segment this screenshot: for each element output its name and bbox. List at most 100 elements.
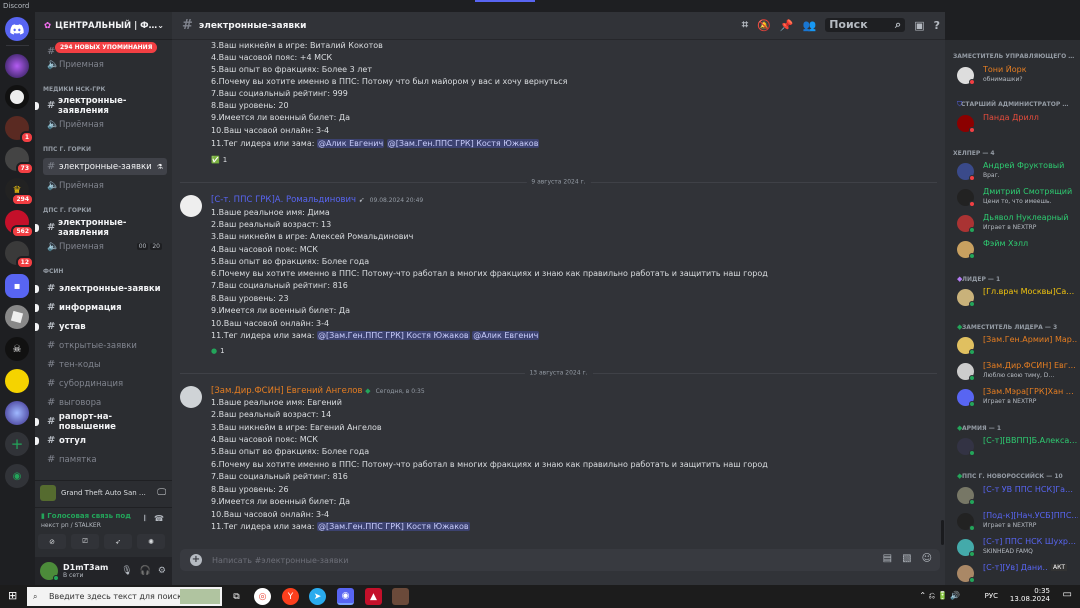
member-item[interactable]: [С-т][Ув] Дани… АКТ: [953, 562, 1078, 584]
member-item[interactable]: Дьявол Нуклеарный Играет в NEXTRP: [953, 212, 1078, 234]
chrome-icon[interactable]: ◎: [254, 588, 271, 605]
sticker-icon[interactable]: ▧: [902, 553, 911, 564]
telegram-icon[interactable]: ➤: [309, 588, 326, 605]
app-icon[interactable]: ▲: [365, 588, 382, 605]
member-item[interactable]: [С-т УВ ППС НСК]Га…: [953, 484, 1078, 506]
server-icon[interactable]: [5, 401, 29, 425]
members-icon[interactable]: 👥: [803, 19, 817, 32]
notifications-icon[interactable]: ▭: [1063, 589, 1072, 600]
headphones-icon[interactable]: 🎧: [140, 566, 151, 576]
attach-plus-icon[interactable]: +: [190, 554, 202, 566]
folder-icon[interactable]: ▪: [5, 274, 29, 298]
discover-icon[interactable]: ◉: [5, 464, 29, 488]
reaction[interactable]: ● 1: [211, 344, 225, 357]
server-icon[interactable]: 12: [5, 241, 34, 269]
voice-status[interactable]: ▮ Голосовая связь под: [41, 512, 131, 520]
avatar[interactable]: [40, 562, 59, 581]
activity-panel[interactable]: Grand Theft Auto San … 🖵: [35, 480, 172, 505]
channel-fsin-2[interactable]: # устав: [35, 318, 167, 335]
member-item[interactable]: Тони Йорк обнимашки?: [953, 64, 1078, 86]
user-mention[interactable]: @Алик Евгенич: [472, 331, 540, 340]
taskbar-search[interactable]: ⌕ Введите здесь текст для поиска: [27, 587, 222, 606]
user-mention[interactable]: @[Зам.Ген.ППС ГРК] Костя Южаков: [386, 139, 540, 148]
channel-dps-apps[interactable]: # электронные-заявления: [35, 218, 167, 238]
inbox-icon[interactable]: ▣: [914, 19, 924, 32]
reaction[interactable]: ✅ 1: [211, 153, 227, 166]
member-item[interactable]: [С-т] ППС НСК Шухр… SKINHEAD FAMQ: [953, 536, 1078, 558]
channel-fsin-8[interactable]: # отгул: [35, 432, 167, 449]
user-mention[interactable]: @Алик Евгенич: [316, 139, 385, 148]
voice-channel-name[interactable]: некст рп / STALKER: [41, 522, 101, 529]
new-mentions-pill[interactable]: 294 НОВЫХ УПОМИНАНИЯ: [55, 42, 158, 53]
language-indicator[interactable]: РУС: [985, 592, 998, 600]
channel-fsin-0[interactable]: # электронные-заявки: [35, 280, 167, 297]
threads-icon[interactable]: ⌗: [742, 18, 748, 32]
windows-start-icon[interactable]: ⊞: [8, 589, 17, 602]
yandex-icon[interactable]: Y: [282, 588, 299, 605]
avatar[interactable]: [180, 386, 202, 408]
category-medics[interactable]: МЕДИКИ НСК-ГРК: [43, 86, 105, 93]
server-icon[interactable]: 562: [5, 210, 34, 238]
user-mention[interactable]: @[Зам.Ген.ППС ГРК] Костя Южаков: [316, 331, 470, 340]
activity-rocket-icon[interactable]: ➶: [104, 534, 132, 549]
scrollbar[interactable]: [941, 520, 944, 545]
channel-fsin-9[interactable]: # памятка: [43, 451, 167, 468]
message-author[interactable]: [С-т. ППС ГРК]А. Ромальдинович ➹ 09.08.20…: [211, 195, 423, 205]
channel-fsin-7[interactable]: # рапорт-на-повышение: [35, 412, 167, 432]
task-view-icon[interactable]: ⧉: [228, 588, 245, 605]
server-icon[interactable]: [5, 369, 29, 393]
search-input[interactable]: Поиск ⌕: [825, 18, 906, 32]
channel-fsin-4[interactable]: # тен-коды: [43, 356, 167, 373]
microphone-icon[interactable]: 🎙: [121, 566, 132, 576]
pin-icon[interactable]: 📌: [780, 19, 794, 32]
member-item[interactable]: [Зам.Ген.Армии] Мар…: [953, 334, 1078, 356]
clock-time[interactable]: 0:35: [1010, 587, 1050, 595]
clock-date[interactable]: 13.08.2024: [1010, 595, 1050, 603]
emoji-icon[interactable]: ☺: [922, 553, 932, 564]
category-pps[interactable]: ППС Г. ГОРКИ: [43, 146, 91, 153]
camera-off-icon[interactable]: ⊘: [38, 534, 66, 549]
screen-share-icon[interactable]: ⎚: [71, 534, 99, 549]
noise-suppression-icon[interactable]: 𝄃: [144, 514, 146, 524]
user-name[interactable]: D1mT3am: [63, 563, 108, 572]
member-item[interactable]: [С-т][ВВПП]Б.Алекса…: [953, 435, 1078, 457]
help-icon[interactable]: ?: [934, 19, 940, 32]
member-item[interactable]: [Зам.Мэра[ГРК]Хан … Играет в NEXTRP: [953, 386, 1078, 408]
server-icon[interactable]: 73: [5, 147, 34, 175]
server-icon[interactable]: ♛ 294: [5, 178, 34, 206]
gear-icon[interactable]: ⚙: [158, 566, 166, 576]
member-item[interactable]: Андрей Фруктовый Враг.: [953, 160, 1078, 182]
avatar[interactable]: [180, 195, 202, 217]
game-taskbar-icon[interactable]: [392, 588, 409, 605]
add-server-icon[interactable]: +: [5, 432, 29, 456]
category-fsin[interactable]: ФСИН: [43, 268, 63, 275]
channel-med-priem[interactable]: 🔈 Приёмная: [43, 116, 167, 133]
channel-fsin-1[interactable]: # информация: [35, 299, 167, 316]
chevron-down-icon[interactable]: ⌄: [157, 21, 164, 30]
channel-fsin-3[interactable]: # открытые-заявки: [43, 337, 167, 354]
server-icon[interactable]: 1: [5, 116, 34, 144]
screen-share-icon[interactable]: 🖵: [157, 488, 166, 498]
category-dps[interactable]: ДПС Г. ГОРКИ: [43, 207, 91, 214]
gif-icon[interactable]: ▤: [883, 553, 892, 564]
user-mention[interactable]: @[Зам.Ген.ППС ГРК] Костя Южаков: [316, 522, 470, 531]
add-member-icon[interactable]: ⚗: [157, 163, 163, 171]
member-item[interactable]: Фэйм Хэлл: [953, 238, 1078, 260]
disconnect-icon[interactable]: ☎: [154, 514, 164, 523]
member-item[interactable]: [Гл.врач Москвы]Са…: [953, 286, 1078, 308]
server-icon[interactable]: [5, 85, 29, 109]
channel-priemnaya[interactable]: 🔈 Приемная: [43, 56, 167, 73]
channel-pps-priem[interactable]: 🔈 Приёмная: [43, 177, 167, 194]
soundboard-icon[interactable]: ✺: [137, 534, 165, 549]
channel-fsin-6[interactable]: # выговора: [43, 394, 167, 411]
channel-pps-apps[interactable]: # электронные-заявки ⚗: [43, 158, 167, 175]
member-item[interactable]: Дмитрий Смотрящий Цени то, что имеешь.: [953, 186, 1078, 208]
member-item[interactable]: [Зам.Дир.ФСИН] Евг… Люблю свою тиму, D…: [953, 360, 1078, 382]
message-input[interactable]: + Написать #электронные-заявки ▤ ▧ ☺: [180, 549, 940, 571]
channel-fsin-5[interactable]: # субординация: [43, 375, 167, 392]
home-button[interactable]: [5, 17, 29, 41]
tray-icons[interactable]: ⌃ ⎌ 🔋 🔊: [919, 591, 960, 601]
server-icon[interactable]: [5, 305, 29, 329]
channel-med-apps[interactable]: # электронные-заявления: [35, 96, 167, 116]
member-item[interactable]: Панда Дрилл: [953, 112, 1078, 134]
